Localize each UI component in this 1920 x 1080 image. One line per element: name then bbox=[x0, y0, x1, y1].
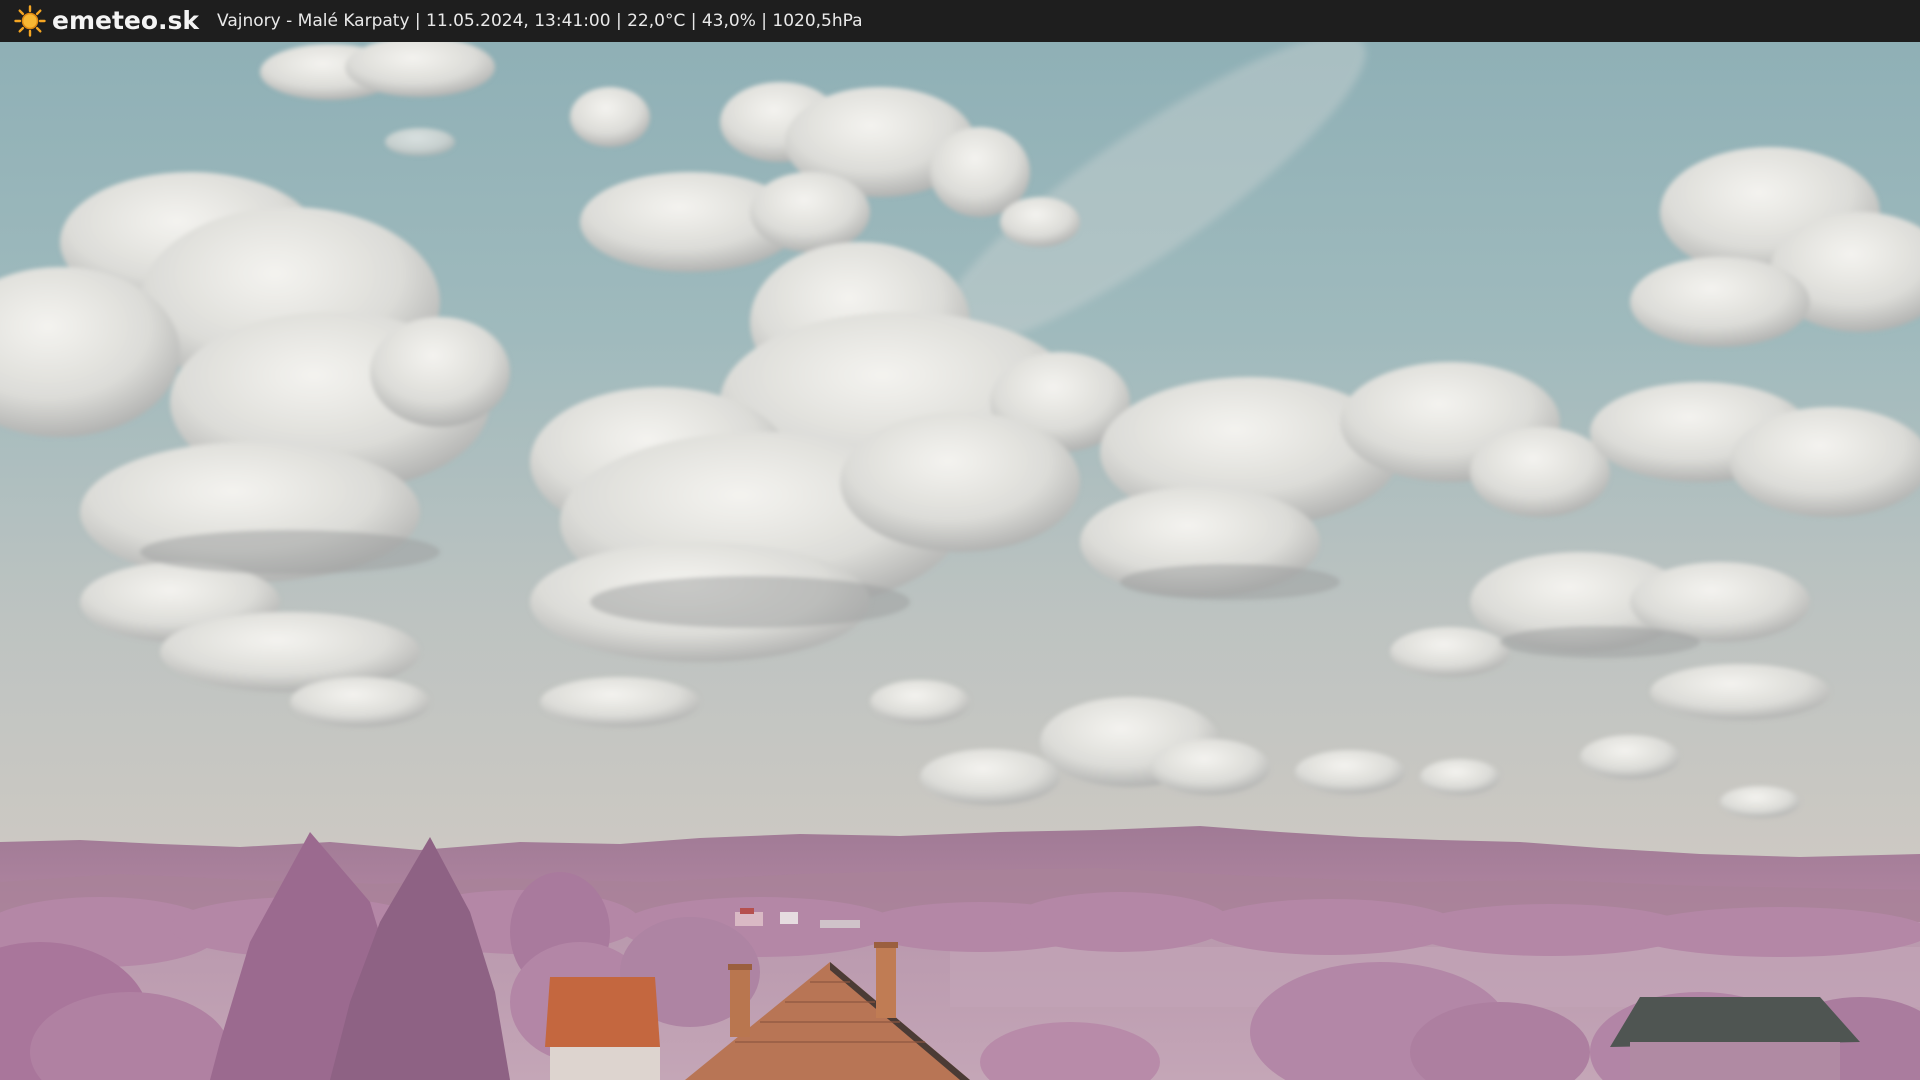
webcam-frame: emeteo.sk Vajnory - Malé Karpaty | 11.05… bbox=[0, 0, 1920, 1080]
webcam-image bbox=[0, 42, 1920, 1080]
emeteo-logo[interactable]: emeteo.sk bbox=[14, 0, 199, 42]
sun-icon bbox=[14, 5, 46, 37]
brand-name: emeteo.sk bbox=[52, 6, 200, 35]
landscape-scene bbox=[0, 42, 1920, 1080]
station-caption: Vajnory - Malé Karpaty | 11.05.2024, 13:… bbox=[217, 11, 863, 31]
caption-bar: emeteo.sk Vajnory - Malé Karpaty | 11.05… bbox=[0, 0, 1920, 42]
